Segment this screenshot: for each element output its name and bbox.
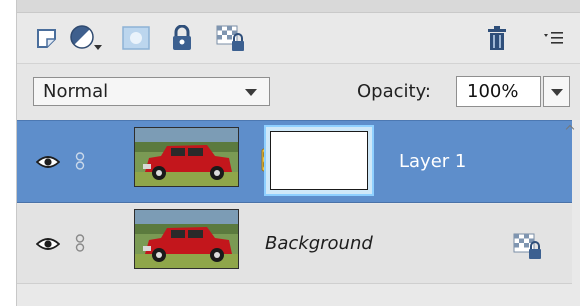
eye-icon[interactable] <box>36 155 60 169</box>
eye-icon[interactable] <box>36 237 60 251</box>
opacity-value: 100% <box>467 81 519 102</box>
blend-mode-bar: Normal Opacity: 100% <box>17 63 580 120</box>
chevron-down-icon <box>551 89 563 96</box>
layer-thumbnail[interactable] <box>134 209 239 269</box>
new-layer-icon[interactable] <box>33 24 61 52</box>
add-mask-icon[interactable] <box>120 24 152 52</box>
layer-row-background[interactable]: Background <box>17 204 572 284</box>
adjustment-layer-icon[interactable] <box>67 24 107 52</box>
layer-name[interactable]: Layer 1 <box>399 151 466 172</box>
link-icon[interactable] <box>75 152 85 170</box>
layers-panel: Normal Opacity: 100% Layer 1 Background <box>16 0 580 306</box>
chevron-down-icon <box>245 89 257 96</box>
layer-thumbnail[interactable] <box>134 127 239 187</box>
layer-mask-preview <box>270 131 368 190</box>
opacity-dropdown-button[interactable] <box>543 76 570 107</box>
opacity-label: Opacity: <box>357 81 431 102</box>
lock-transparency-icon[interactable] <box>215 24 247 52</box>
blend-mode-value: Normal <box>43 81 109 102</box>
link-icon[interactable] <box>75 234 85 252</box>
panel-menu-icon[interactable] <box>541 24 567 52</box>
layer-mask-thumbnail[interactable] <box>264 125 374 196</box>
panel-top-strip <box>17 0 580 13</box>
layer-row-layer-1[interactable]: Layer 1 <box>17 120 572 203</box>
trash-icon[interactable] <box>483 24 511 52</box>
blend-mode-select[interactable]: Normal <box>33 77 270 106</box>
layer-name[interactable]: Background <box>265 233 373 254</box>
layers-toolbar <box>17 13 580 63</box>
layer-lock-icon[interactable] <box>513 232 543 260</box>
lock-all-icon[interactable] <box>168 24 196 52</box>
opacity-input[interactable]: 100% <box>456 76 541 107</box>
